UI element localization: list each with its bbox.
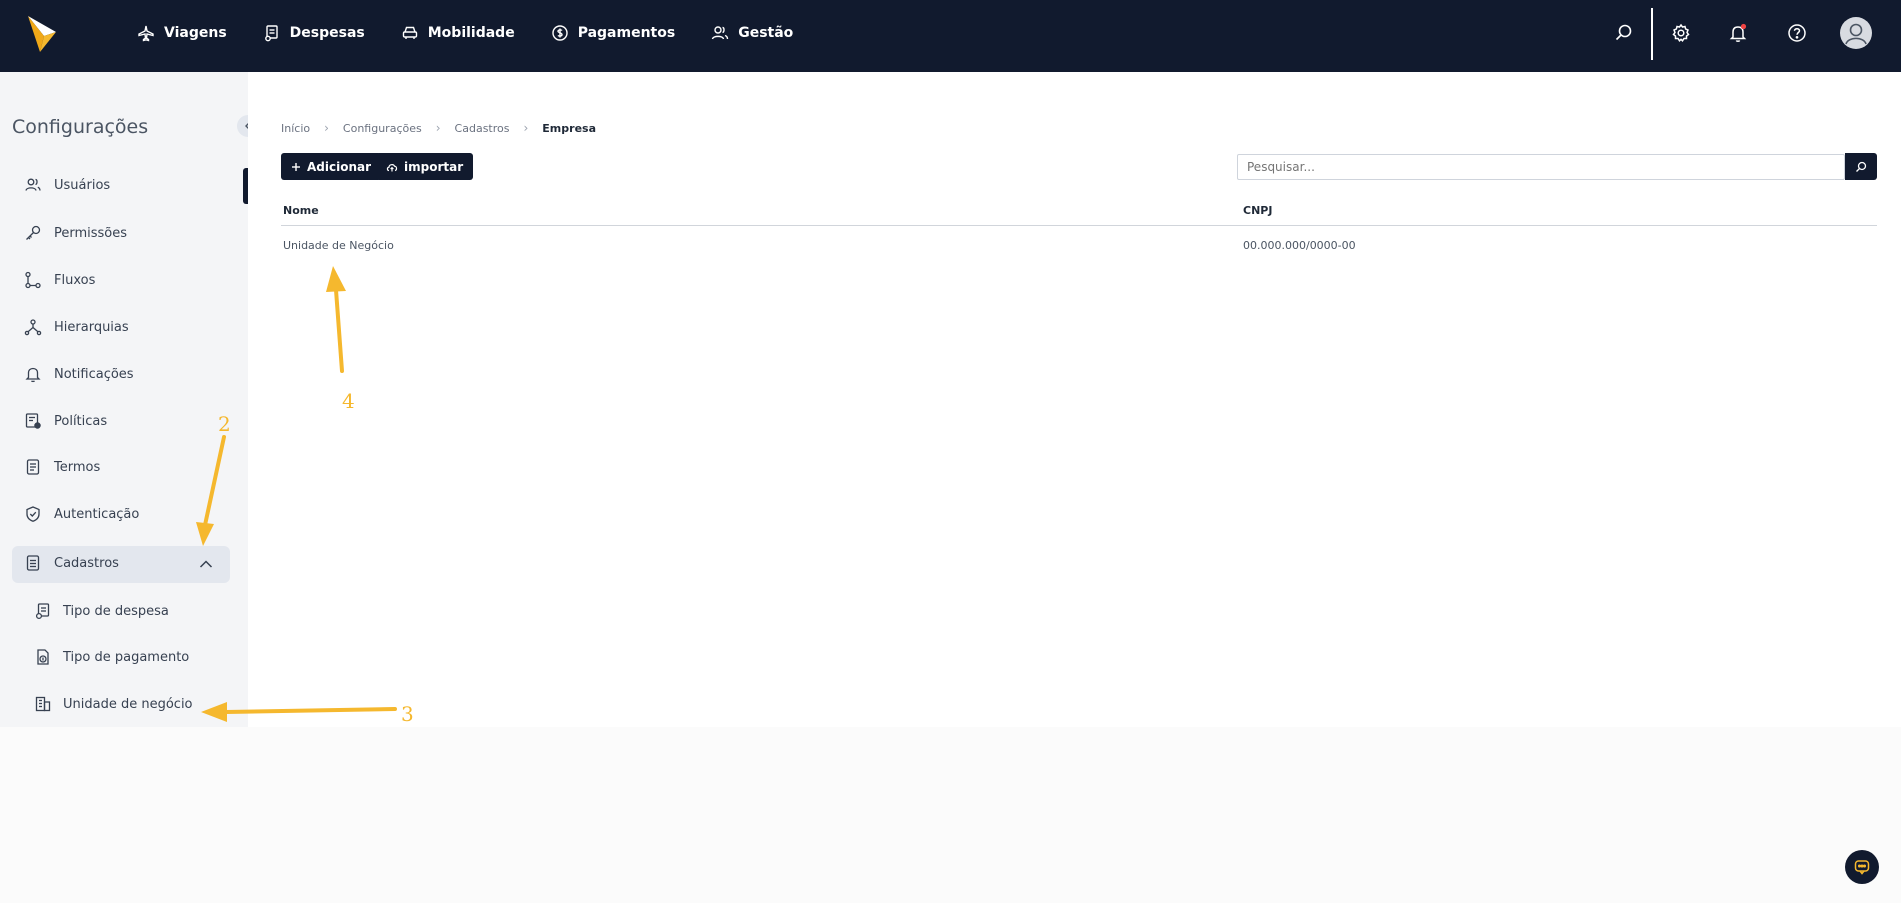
topbar-divider xyxy=(1651,8,1653,60)
settings-sidebar: Configurações Usuários Permissões Fluxos… xyxy=(0,72,259,727)
search-icon xyxy=(1856,161,1867,172)
breadcrumb-inicio[interactable]: Início xyxy=(281,122,310,135)
chevron-right-icon: › xyxy=(435,121,441,135)
sidebar-item-label: Autenticação xyxy=(54,506,140,522)
sidebar-item-label: Fluxos xyxy=(54,272,96,288)
header-divider xyxy=(281,225,1877,226)
sidebar-subitem-unidade-negocio[interactable]: Unidade de negócio xyxy=(34,695,193,713)
car-icon xyxy=(401,24,419,42)
flow-icon xyxy=(24,271,42,289)
help-icon[interactable] xyxy=(1787,23,1807,43)
table-cell-nome[interactable]: Unidade de Negócio xyxy=(283,239,394,252)
annotation-label-3: 3 xyxy=(401,702,414,726)
receipt-icon xyxy=(263,24,281,42)
column-header-nome[interactable]: Nome xyxy=(283,204,319,217)
plus-icon xyxy=(291,162,301,172)
import-button[interactable]: importar xyxy=(376,153,474,180)
page-footer-area xyxy=(0,727,1901,903)
document-icon xyxy=(24,458,42,476)
column-header-cnpj[interactable]: CNPJ xyxy=(1243,204,1272,217)
nav-gestao[interactable]: Gestão xyxy=(711,24,793,42)
shield-check-icon xyxy=(24,505,42,523)
annotation-label-2: 2 xyxy=(218,412,231,436)
sidebar-item-hierarquias[interactable]: Hierarquias xyxy=(24,318,129,336)
sidebar-item-notificacoes[interactable]: Notificações xyxy=(24,365,134,383)
sidebar-item-label: Termos xyxy=(54,459,101,475)
nav-pagamentos[interactable]: Pagamentos xyxy=(551,24,675,42)
bell-icon[interactable] xyxy=(1728,23,1748,43)
payment-doc-icon xyxy=(34,648,52,666)
search-icon[interactable] xyxy=(1614,23,1634,43)
logo-icon[interactable] xyxy=(26,14,58,54)
nav-mobilidade[interactable]: Mobilidade xyxy=(401,24,515,42)
users-icon xyxy=(711,24,729,42)
sidebar-item-politicas[interactable]: Políticas xyxy=(24,412,107,430)
sidebar-item-label: Permissões xyxy=(54,225,128,241)
policy-icon xyxy=(24,412,42,430)
sidebar-item-label: Usuários xyxy=(54,177,111,193)
main-nav: Viagens Despesas Mobilidade Pagamentos G… xyxy=(137,0,829,66)
cloud-upload-icon xyxy=(386,161,398,173)
breadcrumb-configuracoes[interactable]: Configurações xyxy=(343,122,422,135)
bell-icon xyxy=(24,365,42,383)
breadcrumb-current: Empresa xyxy=(542,121,597,135)
chat-support-button[interactable] xyxy=(1845,850,1879,884)
sidebar-item-fluxos[interactable]: Fluxos xyxy=(24,271,95,289)
airplane-icon xyxy=(137,24,155,42)
hierarchy-icon xyxy=(24,318,42,336)
chat-icon xyxy=(1854,860,1870,875)
chevron-up-icon[interactable] xyxy=(199,559,213,569)
chevron-right-icon: › xyxy=(523,121,529,135)
table-cell-cnpj: 00.000.000/0000-00 xyxy=(1243,239,1356,252)
sidebar-item-label: Políticas xyxy=(54,413,108,429)
top-navbar: Viagens Despesas Mobilidade Pagamentos G… xyxy=(0,0,1901,72)
sidebar-item-label: Hierarquias xyxy=(54,319,129,335)
sidebar-item-usuarios[interactable]: Usuários xyxy=(24,176,110,194)
sidebar-item-label: Cadastros xyxy=(54,555,119,571)
dollar-icon xyxy=(551,24,569,42)
sidebar-item-label: Notificações xyxy=(54,366,134,382)
sidebar-item-cadastros[interactable]: Cadastros xyxy=(24,554,119,572)
sidebar-item-permissoes[interactable]: Permissões xyxy=(24,224,127,242)
search-input[interactable] xyxy=(1237,154,1845,180)
sidebar-item-autenticacao[interactable]: Autenticação xyxy=(24,505,139,523)
building-icon xyxy=(34,695,52,713)
chevron-right-icon: › xyxy=(324,121,329,135)
breadcrumb: Início › Configurações › Cadastros › Emp… xyxy=(281,121,596,135)
avatar[interactable] xyxy=(1840,17,1872,49)
nav-viagens[interactable]: Viagens xyxy=(137,24,227,42)
sidebar-subitem-tipo-pagamento[interactable]: Tipo de pagamento xyxy=(34,648,189,666)
sidebar-item-termos[interactable]: Termos xyxy=(24,458,100,476)
receipt-icon xyxy=(34,602,52,620)
sidebar-title: Configurações xyxy=(12,116,149,138)
sidebar-subitem-tipo-despesa[interactable]: Tipo de despesa xyxy=(34,602,169,620)
nav-despesas[interactable]: Despesas xyxy=(263,24,365,42)
search-button[interactable] xyxy=(1845,153,1877,180)
users-icon xyxy=(24,176,42,194)
add-button[interactable]: Adicionar xyxy=(281,153,382,180)
file-list-icon xyxy=(24,554,42,572)
breadcrumb-cadastros[interactable]: Cadastros xyxy=(455,122,510,135)
gear-icon[interactable] xyxy=(1671,23,1691,43)
key-icon xyxy=(24,224,42,242)
annotation-label-4: 4 xyxy=(342,389,355,413)
